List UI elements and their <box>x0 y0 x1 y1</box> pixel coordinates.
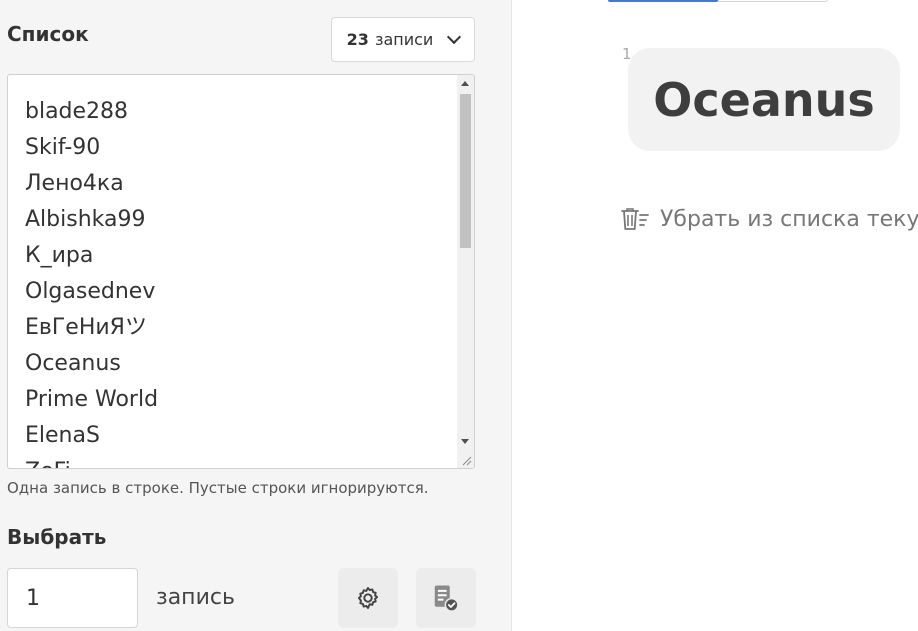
list-entry: К_ира <box>25 243 94 268</box>
results-list-button[interactable] <box>416 568 476 628</box>
entries-count-number: 23 <box>346 30 369 49</box>
winner-card: Oceanus <box>628 48 900 151</box>
list-entry: ЕвГеНиЯツ <box>25 315 147 340</box>
entries-list: blade288 Skif-90 Лено4ка Albishka99 К_ира Olg… <box>25 94 159 468</box>
settings-button[interactable] <box>338 568 398 628</box>
settings-panel: Список 23 записи blade288 Skif-90 Лено4ка A… <box>0 0 512 631</box>
list-entry: Olgasednev <box>25 279 156 304</box>
list-entry: ElenaS <box>25 423 100 448</box>
scroll-up-arrow-icon[interactable] <box>461 81 469 86</box>
scroll-down-arrow-icon[interactable] <box>461 439 469 444</box>
resize-grip-icon[interactable] <box>460 454 472 466</box>
scroll-thumb[interactable] <box>460 94 471 248</box>
entries-count-unit: записи <box>374 30 434 49</box>
entries-scrollbar[interactable] <box>457 75 474 468</box>
result-panel: Oceanus 1 Убрать из списка текущ <box>512 0 918 631</box>
document-check-icon <box>434 585 459 612</box>
list-entry: blade288 <box>25 99 129 124</box>
remove-from-list-label: Убрать из списка текущ <box>660 206 918 232</box>
list-entry: Oceanus <box>25 351 121 376</box>
list-entry: Albishka99 <box>25 207 146 232</box>
entries-count-dropdown[interactable]: 23 записи <box>331 17 475 62</box>
list-title: Список <box>7 22 89 46</box>
list-entry: Prime World <box>25 387 159 412</box>
tab-inactive[interactable] <box>718 0 828 2</box>
pick-unit-label: запись <box>156 585 235 610</box>
remove-from-list-button[interactable]: Убрать из списка текущ <box>620 206 918 232</box>
gear-icon <box>357 587 379 609</box>
list-entry: Лено4ка <box>25 171 124 196</box>
pick-quantity-input[interactable]: 1 <box>7 568 138 628</box>
tab-active[interactable] <box>608 0 718 2</box>
chevron-down-icon <box>447 29 462 45</box>
trash-list-icon <box>621 208 649 230</box>
list-entry: ZeFi <box>25 454 158 468</box>
winner-name: Oceanus <box>653 72 875 127</box>
mode-tabs[interactable] <box>608 0 828 2</box>
entries-hint: Одна запись в строке. Пустые строки игно… <box>7 479 429 497</box>
winner-index: 1 <box>622 45 632 63</box>
entries-textarea[interactable]: blade288 Skif-90 Лено4ка Albishka99 К_ира Olg… <box>7 74 475 469</box>
list-entry: Skif-90 <box>25 135 101 160</box>
pick-title: Выбрать <box>7 525 107 549</box>
